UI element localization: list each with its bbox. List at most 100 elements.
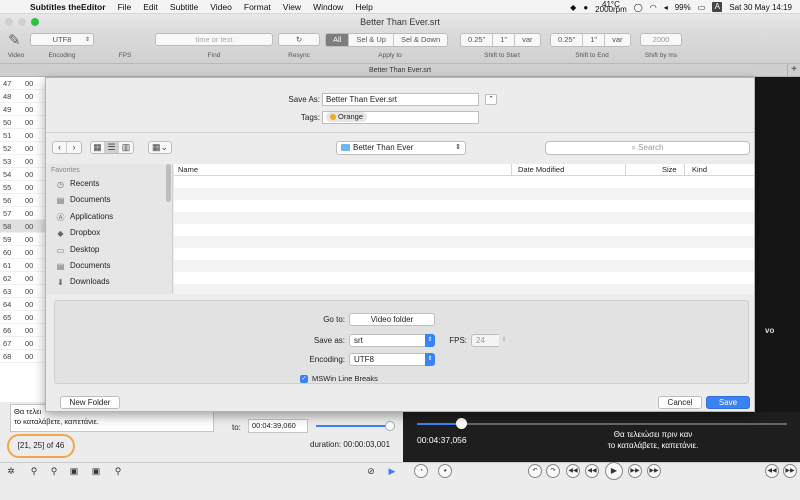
duration-slider-knob[interactable] bbox=[385, 421, 395, 431]
pin-start-icon[interactable]: ⚲ bbox=[28, 465, 40, 477]
redo-icon[interactable]: ↷ bbox=[546, 464, 560, 478]
pin-end-icon[interactable]: ⚲ bbox=[48, 465, 60, 477]
format-popup[interactable]: srt ⇕ bbox=[349, 334, 435, 347]
column-kind[interactable]: Kind bbox=[692, 164, 707, 176]
temp-readout[interactable]: 41°C 2000rpm bbox=[595, 1, 627, 14]
menu-video[interactable]: Video bbox=[210, 2, 232, 12]
new-folder-button[interactable]: New Folder bbox=[60, 396, 120, 409]
duration-slider-track[interactable] bbox=[316, 425, 390, 427]
table-row[interactable]: 54 00 bbox=[0, 168, 45, 181]
list-view-icon[interactable]: ☰ bbox=[105, 142, 119, 153]
clock[interactable]: Sat 30 May 14:19 bbox=[729, 3, 792, 12]
playback-knob[interactable] bbox=[456, 418, 468, 429]
speech-icon[interactable]: ◔ bbox=[414, 464, 428, 478]
table-row[interactable]: 65 00 bbox=[0, 311, 45, 324]
add-tab-button[interactable]: + bbox=[787, 64, 800, 77]
back-icon[interactable]: ‹ bbox=[53, 142, 67, 153]
document-tab[interactable]: Better Than Ever.srt + bbox=[0, 64, 800, 77]
menu-window[interactable]: Window bbox=[313, 2, 343, 12]
table-row[interactable]: 66 00 bbox=[0, 324, 45, 337]
sidebar-item-documents-2[interactable]: ▤ Documents bbox=[56, 260, 111, 272]
table-row[interactable]: 49 00 bbox=[0, 103, 45, 116]
sidebar-item-recents[interactable]: ◷ Recents bbox=[56, 178, 99, 190]
menu-format[interactable]: Format bbox=[244, 2, 271, 12]
table-row[interactable]: 52 00 bbox=[0, 142, 45, 155]
battery-label[interactable]: 99% bbox=[675, 3, 691, 12]
encoding-select[interactable]: UTF8 ⇕ bbox=[30, 33, 94, 46]
shift-end-var[interactable]: var bbox=[605, 34, 630, 46]
forward-icon[interactable]: ▶▶ bbox=[628, 464, 642, 478]
save-button[interactable]: Save bbox=[706, 396, 750, 409]
group-by-icon[interactable]: ▦⌄ bbox=[149, 142, 171, 153]
cancel-button[interactable]: Cancel bbox=[658, 396, 702, 409]
undo-icon[interactable]: ↶ bbox=[528, 464, 542, 478]
menu-subtitle[interactable]: Subtitle bbox=[170, 2, 198, 12]
table-row[interactable]: 48 00 bbox=[0, 90, 45, 103]
play-button[interactable]: ▶ bbox=[605, 462, 623, 480]
shift-start-quarter[interactable]: 0.25" bbox=[461, 34, 494, 46]
shift-end-quarter[interactable]: 0.25" bbox=[551, 34, 584, 46]
sidebar-item-dropbox[interactable]: ◆ Dropbox bbox=[56, 227, 100, 239]
table-row[interactable]: 51 00 bbox=[0, 129, 45, 142]
table-row[interactable]: 50 00 bbox=[0, 116, 45, 129]
save-as-field[interactable]: Better Than Ever.srt bbox=[322, 93, 479, 106]
sidebar-item-documents[interactable]: ▤ Documents bbox=[56, 194, 111, 206]
find-input[interactable]: time or text bbox=[155, 33, 273, 46]
input-source[interactable]: A bbox=[712, 2, 723, 12]
table-row[interactable]: 56 00 bbox=[0, 194, 45, 207]
shift-end-one[interactable]: 1" bbox=[583, 34, 606, 46]
tags-field[interactable]: Orange bbox=[322, 111, 479, 124]
sidebar-item-downloads[interactable]: ⬇ Downloads bbox=[56, 276, 109, 288]
table-row[interactable]: 60 00 bbox=[0, 246, 45, 259]
apply-sel-down-segment[interactable]: Sel & Down bbox=[393, 34, 448, 46]
location-icon[interactable]: ⚲ bbox=[112, 465, 124, 477]
resync-button[interactable]: ↻ bbox=[278, 33, 320, 46]
fps-popup[interactable]: 24 ⇕ bbox=[471, 334, 509, 347]
table-row[interactable]: 55 00 bbox=[0, 181, 45, 194]
camera-icon[interactable]: ▣ bbox=[68, 465, 80, 477]
sidebar-item-desktop[interactable]: ▭ Desktop bbox=[56, 244, 100, 256]
apply-all-segment[interactable]: All bbox=[326, 34, 350, 46]
shift-start-one[interactable]: 1" bbox=[493, 34, 516, 46]
snapshot-icon[interactable]: ▣ bbox=[90, 465, 102, 477]
video-frame[interactable]: vo bbox=[755, 77, 800, 412]
video-icon[interactable]: ✎ bbox=[8, 31, 21, 49]
table-row-selected[interactable]: 58 00 bbox=[0, 220, 45, 233]
table-row[interactable]: 63 00 bbox=[0, 285, 45, 298]
table-row[interactable]: 62 00 bbox=[0, 272, 45, 285]
forward-nav-icon[interactable]: › bbox=[67, 142, 81, 153]
column-size[interactable]: Size bbox=[662, 164, 677, 176]
sidebar-scrollbar[interactable] bbox=[166, 164, 171, 202]
table-row[interactable]: 53 00 bbox=[0, 155, 45, 168]
table-row[interactable]: 68 00 bbox=[0, 350, 45, 363]
menu-help[interactable]: Help bbox=[355, 2, 372, 12]
volume-icon[interactable]: ◂ bbox=[664, 3, 668, 12]
table-row[interactable]: 67 00 bbox=[0, 337, 45, 350]
rewind-icon[interactable]: ◀◀ bbox=[585, 464, 599, 478]
end-time-field[interactable]: 00:04:39,060 bbox=[248, 419, 308, 433]
shift-start-var[interactable]: var bbox=[515, 34, 540, 46]
forward-fast-icon[interactable]: ▶▶ bbox=[647, 464, 661, 478]
apply-sel-up-segment[interactable]: Sel & Up bbox=[349, 34, 394, 46]
speech-alt-icon[interactable]: ◕ bbox=[438, 464, 452, 478]
menu-view[interactable]: View bbox=[283, 2, 301, 12]
table-row[interactable]: 47 00 bbox=[0, 77, 45, 90]
table-row[interactable]: 64 00 bbox=[0, 298, 45, 311]
wifi-icon[interactable]: ◠ bbox=[650, 3, 657, 12]
icon-view-icon[interactable]: ▦ bbox=[91, 142, 105, 153]
settings-icon[interactable]: ✲ bbox=[5, 465, 17, 477]
skip-back-icon[interactable]: ◀◀ bbox=[765, 464, 779, 478]
location-popup[interactable]: Better Than Ever ⇕ bbox=[336, 141, 466, 155]
column-name[interactable]: Name bbox=[178, 164, 198, 176]
table-row[interactable]: 61 00 bbox=[0, 259, 45, 272]
column-date-modified[interactable]: Date Modified bbox=[518, 164, 564, 176]
skip-forward-icon[interactable]: ▶▶ bbox=[783, 464, 797, 478]
msw-linebreaks-checkbox[interactable]: ✓ bbox=[300, 375, 308, 383]
column-view-icon[interactable]: ▥ bbox=[119, 142, 133, 153]
menu-edit[interactable]: Edit bbox=[143, 2, 158, 12]
sidebar-item-applications[interactable]: Ⓐ Applications bbox=[56, 211, 114, 223]
table-row[interactable]: 59 00 bbox=[0, 233, 45, 246]
elephant-icon[interactable]: ● bbox=[583, 3, 588, 12]
shift-ms-field[interactable]: 2000 bbox=[640, 33, 682, 46]
video-folder-button[interactable]: Video folder bbox=[349, 313, 435, 326]
